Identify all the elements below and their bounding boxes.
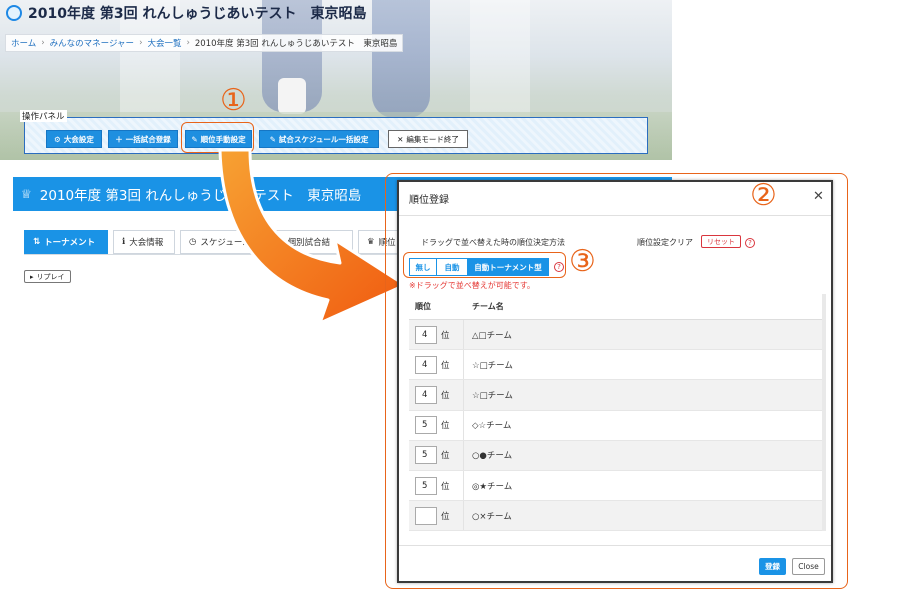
- rank-table: 順位 チーム名 4位 △□チーム 4位 ☆□チーム 4位 ☆□チーム 5位 ◇☆…: [409, 294, 825, 531]
- breadcrumb-manager[interactable]: みんなのマネージャー: [50, 37, 134, 49]
- team-name: ◇☆チーム: [472, 421, 512, 432]
- replay-button[interactable]: ▸ リプレイ: [24, 270, 71, 283]
- table-row[interactable]: 4位 △□チーム: [409, 320, 825, 351]
- table-row[interactable]: 5位 ◎★チーム: [409, 470, 825, 502]
- rank-clear-label: 順位設定クリア: [637, 238, 693, 247]
- rank-input[interactable]: 4: [415, 385, 437, 404]
- crown-icon: ♕: [21, 187, 32, 201]
- team-name: ◎★チーム: [472, 481, 513, 492]
- table-scrollbar[interactable]: [822, 294, 826, 531]
- gear-icon: ⚙: [54, 134, 61, 144]
- reset-button[interactable]: リセット: [701, 235, 741, 248]
- rank-input[interactable]: 5: [415, 476, 437, 495]
- save-button[interactable]: 登録: [759, 558, 786, 575]
- team-name: ○●チーム: [472, 451, 513, 462]
- play-icon: ▸: [30, 272, 34, 281]
- modal-title: 順位登録: [409, 195, 449, 206]
- team-name: ○×チーム: [472, 511, 512, 522]
- help-icon[interactable]: ?: [745, 238, 755, 248]
- bulk-match-register-button[interactable]: ＋ 一括試合登録: [108, 130, 178, 148]
- rank-input[interactable]: 5: [415, 416, 437, 435]
- table-row[interactable]: 4位 ☆□チーム: [409, 350, 825, 381]
- annotation-number-3: ③: [569, 244, 596, 279]
- table-row[interactable]: 位 ○×チーム: [409, 501, 825, 531]
- column-rank: 順位: [415, 302, 431, 311]
- team-name: ☆□チーム: [472, 390, 513, 401]
- site-title[interactable]: 2010年度 第3回 れんしゅうじあいテスト 東京昭島: [6, 3, 366, 23]
- operation-panel-label: 操作パネル: [20, 110, 67, 122]
- plus-icon: ＋: [115, 134, 123, 144]
- table-header: 順位 チーム名: [409, 294, 825, 320]
- close-icon: ✕: [397, 134, 404, 144]
- rank-register-modal: 順位登録 ✕ ドラッグで並べ替えた時の順位決定方法 順位設定クリア リセット ?…: [397, 180, 833, 583]
- breadcrumb-tournament-list[interactable]: 大会一覧: [147, 37, 181, 49]
- drag-note: ※ドラッグで並べ替えが可能です。: [409, 281, 535, 290]
- close-icon[interactable]: ✕: [813, 189, 824, 204]
- edit-icon: ✎: [269, 134, 276, 144]
- annotation-number-1: ①: [220, 83, 247, 118]
- annotation-number-2: ②: [750, 178, 777, 213]
- rank-input[interactable]: 4: [415, 325, 437, 344]
- clock-icon: ◷: [189, 237, 197, 247]
- team-name: ☆□チーム: [472, 360, 513, 371]
- chevron-right-icon: ›: [41, 38, 45, 48]
- table-row[interactable]: 5位 ◇☆チーム: [409, 410, 825, 441]
- logo-icon: [6, 5, 22, 21]
- table-row[interactable]: 5位 ○●チーム: [409, 440, 825, 471]
- info-icon: ℹ: [122, 237, 126, 247]
- breadcrumb: ホーム › みんなのマネージャー › 大会一覧 › 2010年度 第3回 れんし…: [5, 34, 404, 52]
- screenshot-stage: 2010年度 第3回 れんしゅうじあいテスト 東京昭島 ホーム › みんなのマネ…: [0, 0, 903, 600]
- ranking-icon: ⇅: [33, 237, 41, 247]
- annotation-highlight-3: [403, 252, 566, 278]
- tournament-settings-button[interactable]: ⚙ 大会設定: [46, 130, 102, 148]
- modal-header-divider: [399, 215, 831, 216]
- chevron-right-icon: ›: [139, 38, 143, 48]
- tab-tournament[interactable]: ⇅ トーナメント: [24, 230, 108, 254]
- breadcrumb-current: 2010年度 第3回 れんしゅうじあいテスト 東京昭島: [194, 39, 398, 49]
- arrow-icon: [218, 148, 407, 325]
- modal-footer-divider: [399, 545, 831, 546]
- rank-input[interactable]: 4: [415, 355, 437, 374]
- breadcrumb-home[interactable]: ホーム: [11, 37, 36, 49]
- team-name: △□チーム: [472, 330, 512, 341]
- tab-tournament-info[interactable]: ℹ 大会情報: [113, 230, 175, 254]
- column-team: チーム名: [472, 302, 504, 311]
- rank-input[interactable]: [415, 506, 437, 525]
- close-button[interactable]: Close: [792, 558, 825, 575]
- site-title-text: 2010年度 第3回 れんしゅうじあいテスト 東京昭島: [28, 6, 367, 22]
- sort-method-label: ドラッグで並べ替えた時の順位決定方法: [421, 238, 565, 247]
- rank-input[interactable]: 5: [415, 446, 437, 465]
- chevron-right-icon: ›: [186, 38, 190, 48]
- table-row[interactable]: 4位 ☆□チーム: [409, 380, 825, 411]
